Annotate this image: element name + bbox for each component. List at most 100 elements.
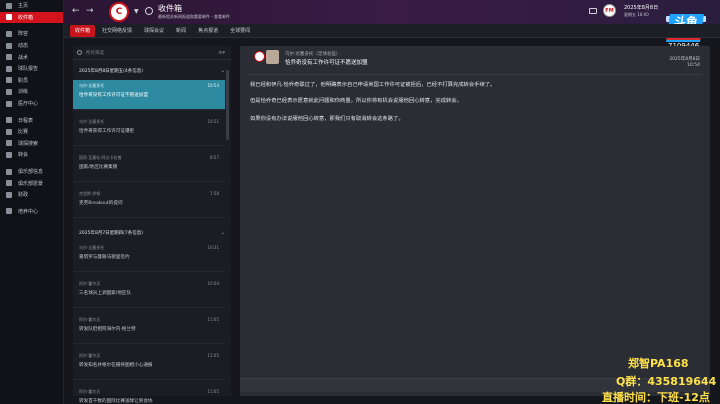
sidebar-item[interactable]: 财政	[0, 189, 63, 201]
sidebar-item[interactable]: 收件箱	[0, 11, 63, 24]
search-icon[interactable]	[145, 7, 153, 15]
message-sender: 国家·瓦塞杜·阿达卡拉普	[79, 155, 122, 160]
message-subject: 转发首千数的国际比赛送球让到会协	[79, 399, 153, 404]
sidebar-item-label: 转会	[18, 152, 29, 159]
message-sender: 乌尔·达塞多托	[79, 83, 105, 88]
sidebar-item[interactable]: 职员	[0, 75, 63, 87]
tab[interactable]: 社交网络反馈	[97, 25, 137, 37]
date-group-header[interactable]: 2025年8月7日星期四(7条信息)	[79, 230, 143, 236]
sidebar-item-label: 俱乐部信息	[18, 169, 44, 176]
tab[interactable]: 全球要闻	[225, 25, 255, 37]
scrollbar[interactable]	[226, 70, 229, 140]
medical-icon	[6, 100, 12, 107]
sidebar-item[interactable]: 医疗中心	[0, 98, 63, 110]
message-sender: 乌尔·达塞多托	[79, 245, 105, 250]
sidebar-item-label: 动态	[18, 43, 29, 50]
sidebar-item-label: 主页	[18, 3, 29, 10]
tab[interactable]: 收件箱	[70, 24, 96, 37]
tab[interactable]: 新闻	[171, 25, 191, 37]
list-filter-bar[interactable]: 所有筛选 ≡▾	[73, 46, 231, 60]
sidebar-item[interactable]: 球探搜索	[0, 138, 63, 150]
tab[interactable]: 球探会议	[139, 25, 169, 37]
sidebar-item[interactable]: 转会	[0, 149, 63, 161]
sidebar-item[interactable]: 俱乐部信息	[0, 166, 63, 178]
message-sender: 克里斯·伊顿	[79, 191, 101, 196]
sidebar-item[interactable]: 动态	[0, 40, 63, 52]
tactics-icon	[6, 54, 12, 61]
qq-group: Q群：435819644	[616, 375, 717, 388]
message-subject: 恰乔奇获得工作许可证遭拒	[79, 129, 135, 134]
sidebar-item[interactable]: 训练	[0, 86, 63, 98]
menu-icon[interactable]: ≡▾	[218, 50, 225, 56]
sidebar-item-label: 球队报告	[18, 66, 39, 73]
message-paragraph: 我已经和伊凡·恰乔奇联过了，他明确表示自己申请英国工作许可证被拒后，已经不打算完…	[250, 82, 496, 88]
back-arrow-icon[interactable]: ←	[72, 6, 80, 16]
sidebar-item-label: 阵容	[18, 31, 29, 38]
staff-icon	[6, 77, 12, 84]
message-time: 10:31	[207, 245, 219, 250]
sidebar-item[interactable]: 俱乐部愿景	[0, 177, 63, 189]
list-item[interactable]: 阿尔·霍尔沃转发知名并格尔在摄挟图相小心通报 11:05	[73, 350, 225, 380]
list-item[interactable]: 阿尔·霍尔沃 三名球员上调国家/地区队 10:04	[73, 278, 225, 308]
divider	[248, 74, 702, 75]
inbox-icon	[6, 14, 12, 21]
list-item[interactable]: 乌尔·达塞多托 嘉塔罗与曼联马德里签约 10:31	[73, 242, 225, 272]
sidebar-item[interactable]: 战术	[0, 51, 63, 63]
message-time: 11:05	[207, 317, 219, 322]
sidebar-item[interactable]: 培养中心	[0, 206, 63, 218]
sidebar-item[interactable]: 阵容	[0, 28, 63, 40]
message-sender: 阿尔·霍尔沃	[79, 353, 101, 358]
scouting-icon	[6, 140, 12, 147]
sidebar-item[interactable]: 日程表	[0, 114, 63, 126]
message-sender: 阿尔·霍尔沃	[79, 317, 101, 322]
message-sender: 阿尔·霍尔沃	[79, 389, 101, 394]
sidebar-item[interactable]: 比赛	[0, 126, 63, 138]
report-icon	[6, 65, 12, 72]
crest-letter: C	[115, 7, 123, 17]
sidebar-item[interactable]: 球队报告	[0, 63, 63, 75]
date-group-header[interactable]: 2025年8月8日星期五(4条信息)	[79, 68, 143, 74]
sidebar-item-label: 培养中心	[18, 208, 39, 215]
sidebar: 主页收件箱阵容动态战术球队报告职员 训练 医疗中心日程表比赛球探搜索转会俱乐部信息俱…	[0, 0, 64, 404]
list-item[interactable]: 乌尔·达塞多托 恰乔奇没有工作许可证不愿送加盟 10:54	[73, 80, 225, 110]
list-item[interactable]: 国家·瓦塞杜·阿达卡拉普 国家/地区比赛集锦 8:57	[73, 152, 225, 182]
list-item[interactable]: 阿尔·霍尔沃 转发队赶相阿海尔内·格兰特 11:05	[73, 314, 225, 344]
page-title: 收件箱	[158, 4, 182, 13]
message-detail: 乌尔·达塞多托（足球总监） 恰乔奇没有工作许可证不愿送加盟 2025年8月8日 …	[240, 46, 710, 396]
sender-name[interactable]: 乌尔·达塞多托（足球总监）	[285, 51, 340, 57]
sidebar-item[interactable]: 主页	[0, 0, 63, 12]
sidebar-item-label: 战术	[18, 54, 29, 61]
page-subtitle: 最新相关新闻报道和重要邮件 - 查看邮件	[158, 14, 230, 19]
manager-avatar[interactable]: FM	[603, 4, 616, 17]
search-icon	[77, 50, 82, 55]
sidebar-item-label: 收件箱	[18, 14, 34, 21]
message-time: 10:04	[207, 281, 219, 286]
tab[interactable]: 焦点报道	[193, 25, 223, 37]
chevron-down-icon[interactable]: ▼	[134, 8, 139, 15]
club-crest[interactable]: C	[109, 2, 129, 22]
top-bar: ← → C ▼ 收件箱 最新相关新闻报道和重要邮件 - 查看邮件 FM 2025…	[64, 0, 720, 24]
forward-arrow-icon[interactable]: →	[86, 6, 94, 16]
sender-photo[interactable]	[266, 50, 279, 64]
list-item[interactable]: 乌尔·达塞多托 恰乔奇获得工作许可证遭拒 10:51	[73, 116, 225, 146]
list-item[interactable]: 阿尔·霍尔沃 转发首千数的国际比赛送球让到会协 11:05	[73, 386, 225, 404]
filter-placeholder: 所有筛选	[86, 51, 104, 56]
message-subject: 转发知名并格尔在摄挟图相小心通报	[79, 363, 153, 368]
message-paragraph: 如果你没有办法说服他回心转意，那我们只有取消转会这条路了。	[250, 116, 404, 122]
message-list: 所有筛选 ≡▾ 2025年8月8日星期五(4条信息) ⌄ 乌尔·达塞多托 恰乔奇没有工…	[73, 46, 231, 404]
club-info-icon	[6, 168, 12, 175]
sidebar-item-label: 球探搜索	[18, 140, 39, 147]
sidebar-item-label: 日程表	[18, 117, 34, 124]
message-time: 11:05	[207, 353, 219, 358]
message-subject: 克劳Breakout的提问	[79, 201, 123, 206]
chevron-down-icon[interactable]: ⌄	[221, 230, 225, 236]
sidebar-item-label: 俱乐部愿景	[18, 180, 44, 187]
streamer-name: 郑智PA168	[628, 357, 689, 370]
chevron-down-icon[interactable]: ⌄	[221, 68, 225, 74]
mail-icon[interactable]	[589, 8, 597, 14]
list-item[interactable]: 克里斯·伊顿 克劳Breakout的提问 7:58	[73, 188, 225, 218]
calendar-icon	[6, 117, 12, 124]
message-paragraph: 但是恰乔奇已经表示愿意就此问题和你商量，所以你将有机会说服他回心转意，完成转会。	[250, 98, 462, 104]
sender-club-crest	[254, 51, 265, 62]
message-time: 10:54	[207, 83, 219, 88]
